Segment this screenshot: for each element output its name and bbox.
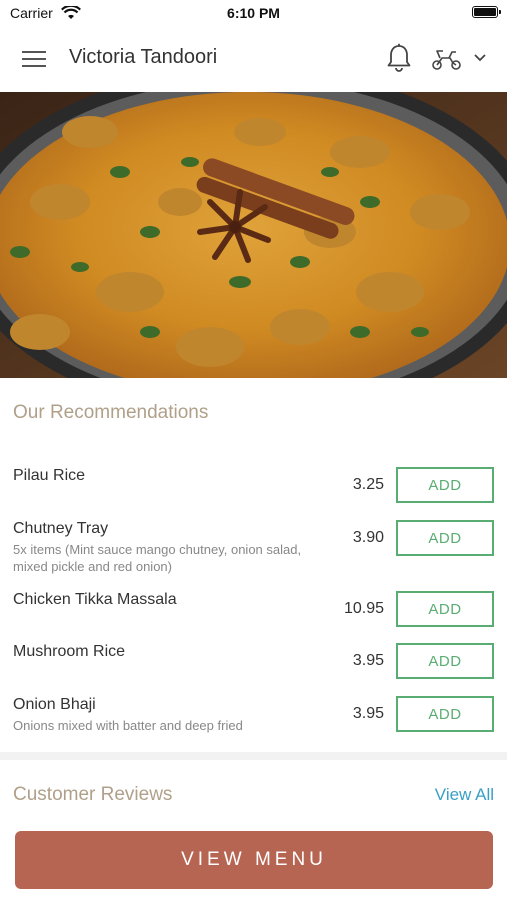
- add-button[interactable]: ADD: [396, 591, 494, 627]
- item-description: Onions mixed with batter and deep fried: [13, 718, 243, 733]
- recommendations-heading: Our Recommendations: [13, 402, 209, 423]
- add-button[interactable]: ADD: [396, 467, 494, 503]
- delivery-scooter-icon[interactable]: [431, 47, 463, 71]
- item-name: Chutney Tray: [13, 520, 109, 537]
- item-description: 5x items (Mint sauce mango chutney, onio…: [13, 542, 302, 574]
- view-menu-button[interactable]: VIEW MENU: [15, 831, 493, 889]
- menu-icon[interactable]: [22, 47, 48, 71]
- item-price: 3.25: [352, 476, 384, 493]
- item-name: Pilau Rice: [13, 467, 86, 484]
- status-bar: Carrier 6:10 PM: [0, 0, 507, 26]
- restaurant-title: Victoria Tandoori: [69, 46, 218, 68]
- item-name: Chicken Tikka Massala: [13, 591, 177, 608]
- top-nav-bar: Victoria Tandoori: [0, 26, 507, 93]
- chevron-down-icon[interactable]: [472, 52, 488, 64]
- reviews-heading: Customer Reviews: [13, 784, 173, 805]
- item-price: 3.95: [352, 705, 384, 722]
- battery-icon: [472, 6, 501, 18]
- item-name: Mushroom Rice: [13, 643, 126, 660]
- view-all-link[interactable]: View All: [435, 785, 494, 805]
- bell-icon[interactable]: [385, 43, 413, 73]
- item-price: 10.95: [343, 600, 384, 617]
- hero-image: [0, 92, 507, 378]
- add-button[interactable]: ADD: [396, 696, 494, 732]
- add-button[interactable]: ADD: [396, 643, 494, 679]
- add-button[interactable]: ADD: [396, 520, 494, 556]
- section-divider: [0, 752, 507, 760]
- item-price: 3.90: [352, 529, 384, 546]
- clock: 6:10 PM: [227, 5, 280, 21]
- item-price: 3.95: [352, 652, 384, 669]
- item-name: Onion Bhaji: [13, 696, 96, 713]
